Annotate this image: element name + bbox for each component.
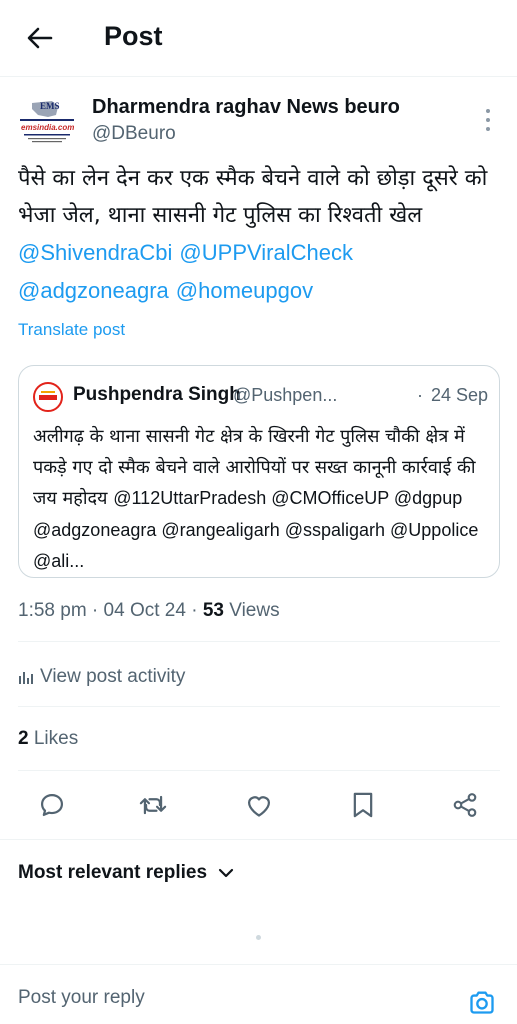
reply-input[interactable]	[18, 987, 438, 1009]
bookmark-button[interactable]	[343, 785, 383, 825]
svg-text:EMS: EMS	[40, 101, 60, 111]
like-button[interactable]	[239, 785, 279, 825]
quoted-post-card[interactable]: Pushpendra Singh @Pushpen... · 24 Sep अल…	[18, 365, 500, 578]
post-date: 04 Oct 24	[103, 600, 186, 621]
repost-icon	[139, 795, 167, 815]
more-options-button[interactable]	[476, 105, 500, 135]
bookmark-icon	[353, 792, 373, 818]
more-dot-icon	[486, 118, 490, 122]
likes-count: 2	[18, 728, 29, 749]
mention-link[interactable]: @ShivendraCbi	[18, 240, 172, 265]
reply-button[interactable]	[32, 785, 72, 825]
post-author-row: EMS emsindia.com Dharmendra raghav News …	[18, 93, 500, 153]
arrow-left-icon	[27, 27, 53, 49]
reply-sort-dropdown[interactable]: Most relevant replies	[18, 862, 235, 884]
page-title: Post	[104, 21, 163, 51]
repost-button[interactable]	[133, 785, 173, 825]
quote-author-handle: @Pushpen...	[233, 385, 338, 405]
translate-post-link[interactable]: Translate post	[18, 320, 125, 340]
heart-icon	[247, 796, 271, 817]
quote-date: 24 Sep	[431, 385, 489, 405]
divider	[18, 641, 500, 642]
share-button[interactable]	[445, 785, 485, 825]
avatar[interactable]: EMS emsindia.com	[18, 93, 76, 151]
separator-dot: ·	[417, 385, 423, 405]
camera-button[interactable]	[466, 987, 498, 1017]
quote-avatar	[33, 382, 63, 412]
divider	[18, 770, 500, 771]
action-bar	[0, 785, 517, 825]
chevron-down-icon	[218, 868, 234, 878]
header-divider	[0, 76, 517, 77]
quote-author-name: Pushpendra Singh	[73, 384, 241, 405]
post-text: पैसे का लेन देन कर एक स्मैक बेचने वाले क…	[18, 160, 506, 310]
mention-link[interactable]: @adgzoneagra	[18, 278, 169, 303]
mention-link[interactable]: @homeupgov	[176, 278, 313, 303]
more-dot-icon	[486, 127, 490, 131]
quote-text: अलीगढ़ के थाना सासनी गेट क्षेत्र के खिरन…	[33, 422, 493, 578]
more-dot-icon	[486, 109, 490, 113]
activity-label: View post activity	[40, 666, 186, 687]
views-count: 53	[202, 600, 224, 621]
reply-sort-label: Most relevant replies	[18, 862, 208, 883]
views-label: Views	[229, 600, 280, 621]
share-icon	[453, 793, 477, 817]
reply-icon	[40, 793, 64, 817]
view-post-activity-button[interactable]: View post activity	[18, 662, 185, 692]
likes-count-link[interactable]: 2 Likes	[18, 728, 78, 750]
post-time: 1:58 pm	[18, 600, 87, 621]
back-button[interactable]	[22, 20, 58, 56]
author-name[interactable]: Dharmendra raghav News beuro	[92, 96, 400, 119]
author-handle[interactable]: @DBeuro	[92, 123, 176, 145]
reply-composer	[0, 964, 517, 1024]
quote-avatar-logo-icon	[36, 385, 60, 409]
divider	[0, 839, 517, 840]
camera-icon	[470, 991, 494, 1014]
mention-link[interactable]: @UPPViralCheck	[179, 240, 353, 265]
post-body: पैसे का लेन देन कर एक स्मैक बेचने वाले क…	[18, 166, 488, 228]
post-meta: 1:58 pm · 04 Oct 24 · 53 Views	[18, 600, 280, 621]
svg-text:emsindia.com: emsindia.com	[21, 123, 74, 132]
likes-label: Likes	[33, 728, 79, 749]
bar-chart-icon	[19, 672, 33, 684]
top-bar: Post	[0, 0, 517, 76]
loading-indicator	[256, 935, 261, 940]
divider	[18, 706, 500, 707]
ems-logo-icon: EMS emsindia.com	[18, 93, 76, 151]
